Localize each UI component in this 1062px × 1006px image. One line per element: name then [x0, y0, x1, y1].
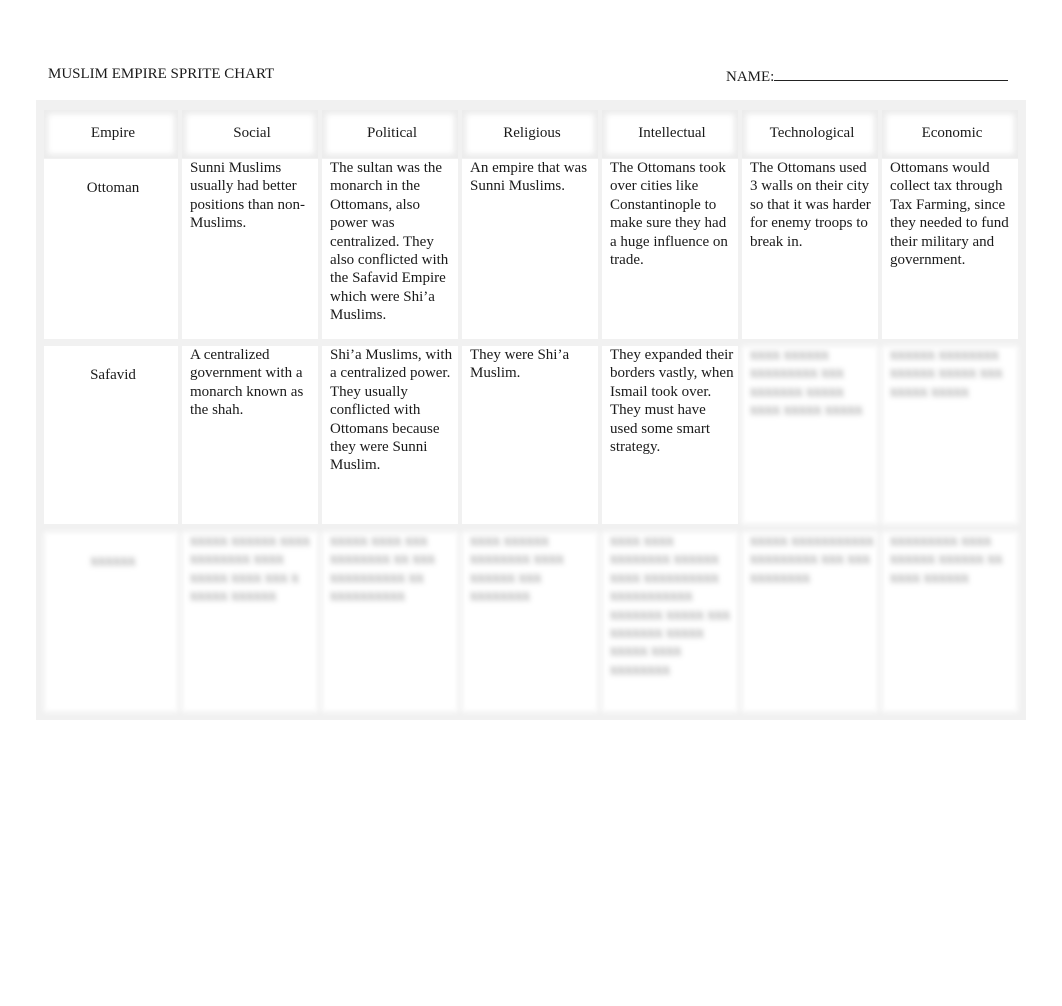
technological-cell: The Ottomans used 3 walls on their city …	[742, 159, 878, 339]
economic-cell: xxxxxxxxx xxxx xxxxxx xxxxxx xx xxxx xxx…	[882, 532, 1018, 712]
empire-cell: Ottoman	[44, 159, 178, 339]
social-cell: xxxxx xxxxxx xxxx xxxxxxxx xxxx xxxxx xx…	[182, 532, 318, 712]
economic-cell: Ottomans would collect tax through Tax F…	[882, 159, 1018, 339]
name-field: NAME:	[726, 66, 1009, 86]
document-title: MUSLIM EMPIRE SPRITE CHART	[48, 66, 275, 82]
column-header: Social	[182, 110, 318, 158]
religious-cell: xxxx xxxxxx xxxxxxxx xxxx xxxxxx xxx xxx…	[462, 532, 598, 712]
political-cell: Shi’a Muslims, with a centralized power.…	[322, 346, 458, 524]
column-header: Political	[322, 110, 458, 158]
column-header: Intellectual	[602, 110, 738, 158]
name-blank-line	[774, 66, 1009, 81]
header-row: Empire Social Political Religious Intell…	[36, 110, 1026, 158]
column-header: Religious	[462, 110, 598, 158]
technological-cell: xxxxx xxxxxxxxxxx xxxxxxxxx xxx xxx xxxx…	[742, 532, 878, 712]
name-label: NAME:	[726, 69, 775, 85]
economic-cell-blurred: xxxxxx xxxxxxxx xxxxxx xxxxx xxx xxxxx x…	[882, 346, 1018, 524]
technological-cell-blurred: xxxx xxxxxx xxxxxxxxx xxx xxxxxxx xxxxx …	[742, 346, 878, 524]
table-row: Ottoman Sunni Muslims usually had better…	[36, 159, 1026, 339]
column-header: Empire	[44, 110, 178, 158]
religious-cell: An empire that was Sunni Muslims.	[462, 159, 598, 339]
intellectual-cell: They expanded their borders vastly, when…	[602, 346, 738, 524]
intellectual-cell: xxxx xxxx xxxxxxxx xxxxxx xxxx xxxxxxxxx…	[602, 532, 738, 712]
column-header: Technological	[742, 110, 878, 158]
empire-chart-table: Empire Social Political Religious Intell…	[36, 100, 1026, 720]
table-row-blurred: xxxxxx xxxxx xxxxxx xxxx xxxxxxxx xxxx x…	[36, 532, 1026, 712]
social-cell: A centralized government with a monarch …	[182, 346, 318, 524]
empire-cell: xxxxxx	[44, 532, 178, 712]
empire-cell: Safavid	[44, 346, 178, 524]
intellectual-cell: The Ottomans took over cities like Const…	[602, 159, 738, 339]
social-cell: Sunni Muslims usually had better positio…	[182, 159, 318, 339]
political-cell: The sultan was the monarch in the Ottoma…	[322, 159, 458, 339]
political-cell: xxxxx xxxx xxx xxxxxxxx xx xxx xxxxxxxxx…	[322, 532, 458, 712]
religious-cell: They were Shi’a Muslim.	[462, 346, 598, 524]
column-header: Economic	[882, 110, 1018, 158]
table-row: Safavid A centralized government with a …	[36, 346, 1026, 524]
